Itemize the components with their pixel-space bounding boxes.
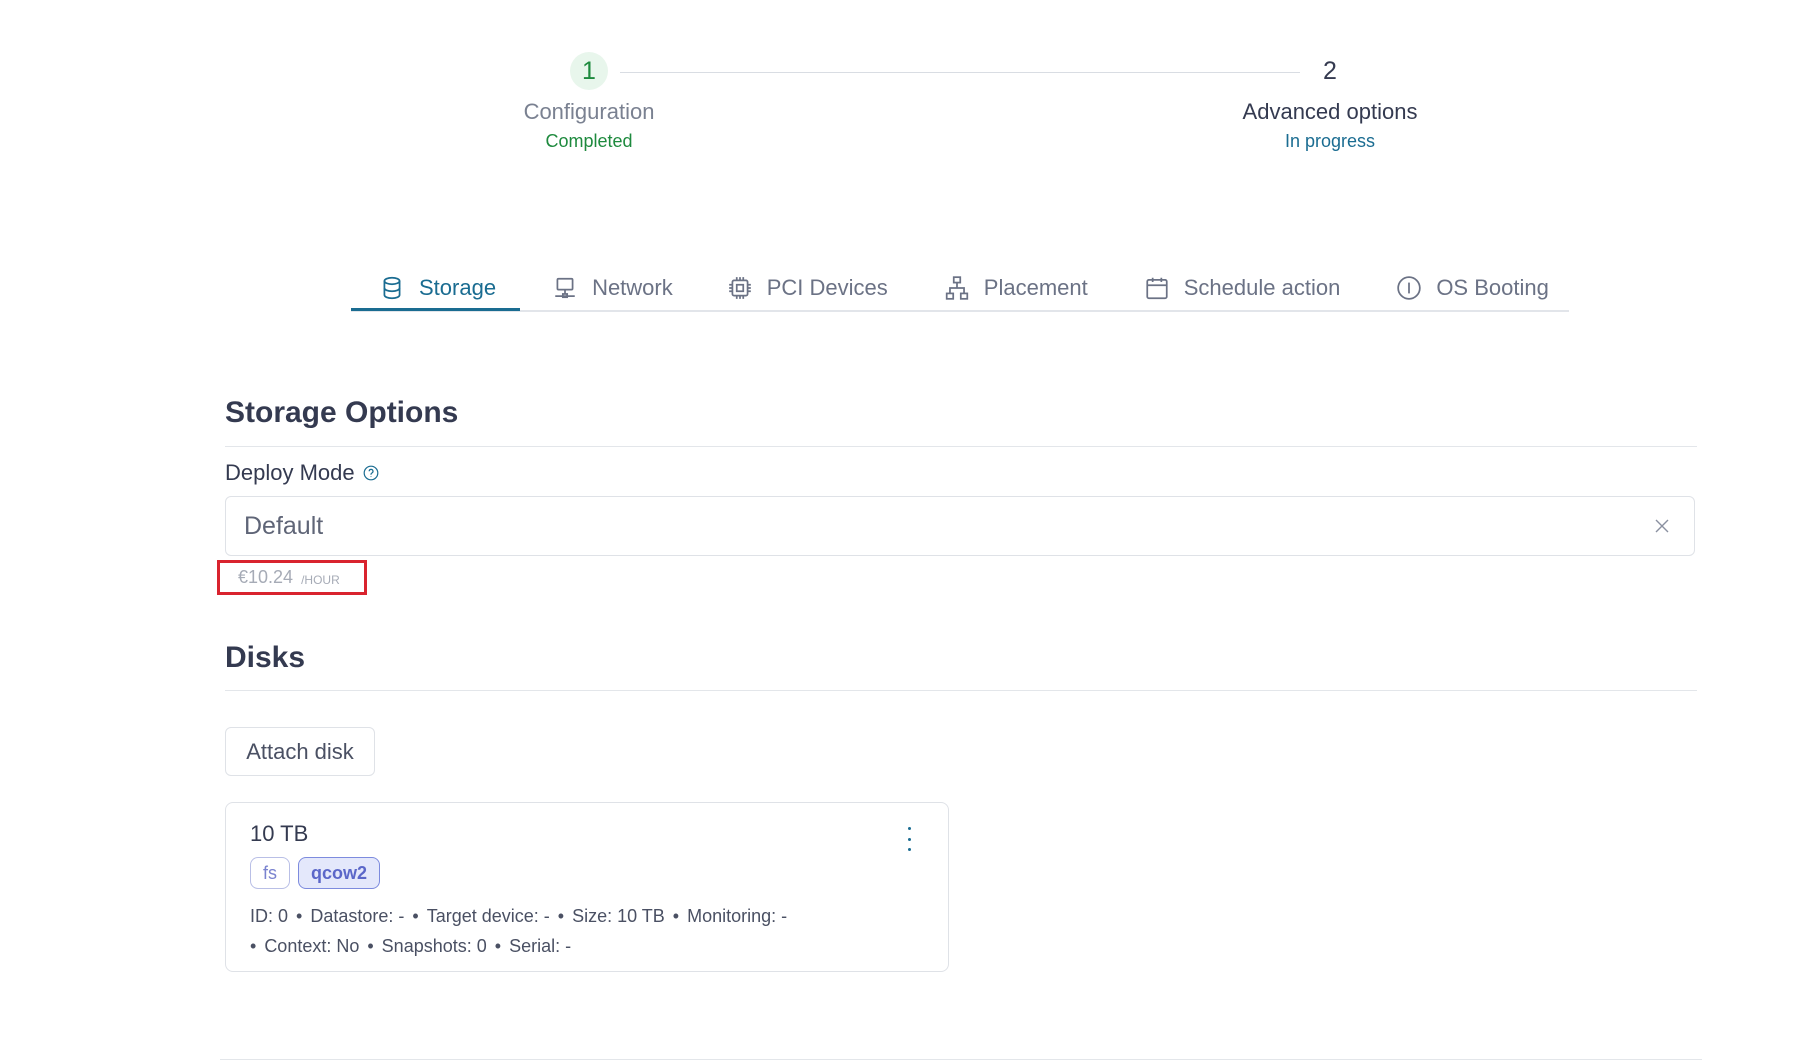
disks-title: Disks bbox=[225, 641, 306, 674]
disk-meta-row-1: ID: 0 • Datastore: - • Target device: - … bbox=[250, 901, 850, 931]
tab-placement[interactable]: Placement bbox=[916, 268, 1108, 308]
disk-meta-datastore: Datastore: - bbox=[310, 906, 405, 926]
step-number: 2 bbox=[1311, 52, 1349, 90]
disk-meta-target-device: Target device: - bbox=[426, 906, 550, 926]
disk-meta-snapshots: Snapshots: 0 bbox=[381, 936, 487, 956]
deploy-mode-select[interactable]: Default bbox=[225, 496, 1695, 556]
tab-label: OS Booting bbox=[1436, 275, 1549, 300]
disk-meta-id: ID: 0 bbox=[250, 906, 289, 926]
meta-separator: • bbox=[250, 936, 257, 956]
disk-meta: ID: 0 • Datastore: - • Target device: - … bbox=[250, 901, 850, 961]
storage-options-title: Storage Options bbox=[225, 396, 459, 429]
stepper: 1 Configuration Completed 2 Advanced opt… bbox=[0, 0, 1820, 170]
step-status: Completed bbox=[545, 131, 633, 152]
step-number: 1 bbox=[570, 52, 608, 90]
price-value: €10.24 bbox=[238, 567, 294, 587]
meta-separator: • bbox=[367, 936, 374, 956]
section-divider bbox=[225, 446, 1697, 447]
disk-meta-size: Size: 10 TB bbox=[572, 906, 665, 926]
step-configuration[interactable]: 1 Configuration Completed bbox=[459, 52, 719, 152]
database-icon bbox=[379, 275, 405, 301]
disk-tags: fs qcow2 bbox=[250, 857, 381, 889]
stepper-connector bbox=[620, 72, 1300, 73]
tab-network[interactable]: Network bbox=[524, 268, 693, 308]
tab-os-booting[interactable]: OS Booting bbox=[1368, 268, 1569, 308]
disk-meta-row-2: • Context: No • Snapshots: 0 • Serial: - bbox=[250, 931, 850, 961]
disk-card[interactable]: 10 TB fs qcow2 ID: 0 • Datastore: - • Ta… bbox=[225, 802, 949, 972]
deploy-mode-value: Default bbox=[244, 511, 324, 540]
meta-separator: • bbox=[412, 906, 419, 926]
step-status: In progress bbox=[1284, 131, 1376, 152]
price-highlight: €10.24 /HOUR bbox=[217, 560, 367, 595]
tab-schedule-action[interactable]: Schedule action bbox=[1116, 268, 1361, 308]
meta-separator: • bbox=[672, 906, 680, 926]
deploy-mode-label: Deploy Mode bbox=[225, 460, 379, 486]
tab-bar: Storage Network PCI Devices Placement Sc… bbox=[351, 268, 1569, 312]
tag-fs: fs bbox=[250, 857, 291, 889]
price-unit: /HOUR bbox=[301, 572, 340, 587]
disk-meta-serial: Serial: - bbox=[509, 936, 572, 956]
deploy-mode-label-text: Deploy Mode bbox=[225, 460, 355, 485]
tab-label: Storage bbox=[419, 275, 497, 300]
section-divider bbox=[225, 690, 1697, 691]
meta-separator: • bbox=[296, 906, 303, 926]
disk-meta-monitoring: Monitoring: - bbox=[687, 906, 788, 926]
step-label: Configuration bbox=[523, 99, 655, 124]
step-label: Advanced options bbox=[1242, 99, 1418, 124]
disk-size: 10 TB bbox=[250, 821, 309, 846]
meta-separator: • bbox=[557, 906, 565, 926]
close-icon[interactable] bbox=[1652, 516, 1672, 536]
tab-storage[interactable]: Storage bbox=[351, 268, 521, 311]
step-advanced-options[interactable]: 2 Advanced options In progress bbox=[1200, 52, 1460, 152]
tag-qcow2: qcow2 bbox=[298, 857, 381, 889]
disk-meta-context: Context: No bbox=[264, 936, 360, 956]
attach-disk-button[interactable]: Attach disk bbox=[225, 727, 375, 776]
tab-label: PCI Devices bbox=[766, 275, 888, 300]
more-vertical-icon[interactable] bbox=[904, 827, 914, 851]
meta-separator: • bbox=[494, 936, 502, 956]
help-icon[interactable] bbox=[363, 465, 379, 481]
chip-icon bbox=[727, 275, 753, 301]
calendar-icon bbox=[1144, 275, 1170, 301]
hierarchy-icon bbox=[944, 275, 970, 301]
tab-label: Placement bbox=[983, 275, 1088, 300]
tab-label: Network bbox=[592, 275, 673, 300]
tab-label: Schedule action bbox=[1183, 275, 1341, 300]
info-circle-icon bbox=[1396, 275, 1422, 301]
tab-pci-devices[interactable]: PCI Devices bbox=[699, 268, 908, 308]
monitor-network-icon bbox=[552, 275, 578, 301]
